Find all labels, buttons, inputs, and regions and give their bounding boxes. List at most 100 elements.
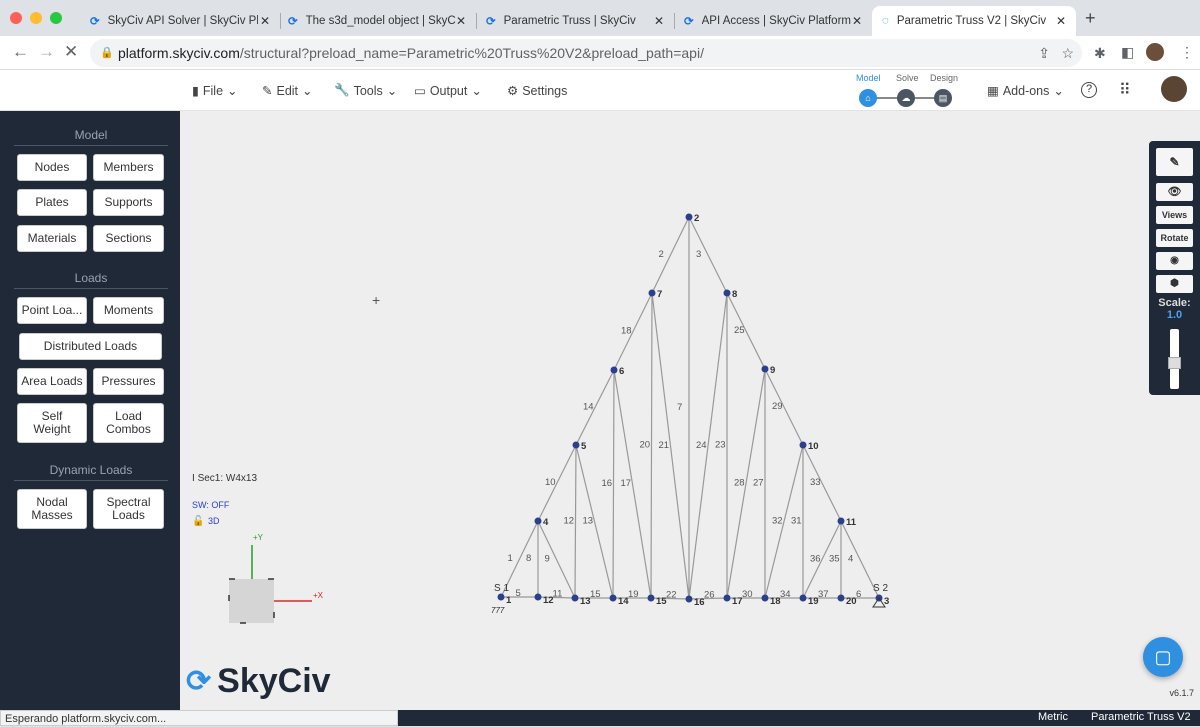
rotate-button[interactable]: Rotate	[1156, 229, 1193, 247]
member-label: 16	[602, 478, 613, 489]
member-label: 15	[590, 589, 601, 600]
node-label: 2	[694, 213, 699, 224]
truss-member[interactable]	[575, 369, 615, 446]
node-label: 14	[618, 596, 629, 607]
truss-node[interactable]	[837, 517, 845, 525]
scale-value: 1.0	[1166, 309, 1183, 321]
node-label: 12	[543, 595, 554, 606]
member-label: 25	[734, 325, 745, 336]
status-bar: Esperando platform.skyciv.com... Metric …	[0, 710, 1200, 726]
truss-node[interactable]	[685, 213, 693, 221]
truss-node[interactable]	[685, 595, 693, 603]
member-label: 3	[696, 249, 701, 260]
member-label: 2	[659, 249, 664, 260]
truss-node[interactable]	[648, 289, 656, 297]
node-label: 16	[694, 597, 705, 608]
fixed-support-icon: 777	[491, 606, 505, 615]
truss-node[interactable]	[761, 594, 769, 602]
screenshot-camera-button[interactable]: ◉	[1156, 252, 1193, 270]
member-label: 19	[628, 589, 639, 600]
visibility-eye-button[interactable]: 👁	[1156, 183, 1193, 201]
truss-node[interactable]	[647, 594, 655, 602]
scale-slider[interactable]	[1168, 329, 1181, 389]
model-name-label: Parametric Truss V2	[1091, 711, 1191, 723]
member-label: 18	[621, 326, 632, 337]
node-label: 19	[808, 596, 819, 607]
member-label: 6	[856, 589, 861, 600]
member-label: 35	[829, 554, 840, 565]
node-label: 4	[543, 517, 549, 528]
scale-label: Scale:	[1158, 297, 1191, 309]
member-label: 31	[791, 516, 802, 527]
node-label: 11	[846, 517, 857, 528]
view-controls-panel: ✎ 👁 Views Rotate ◉ ⬢ Scale: 1.0	[1149, 141, 1200, 395]
truss-node[interactable]	[571, 594, 579, 602]
member-label: 33	[810, 477, 821, 488]
3d-cube-button[interactable]: ⬢	[1156, 275, 1193, 293]
truss-member[interactable]	[802, 444, 842, 522]
truss-node[interactable]	[610, 366, 618, 374]
support-label: S 2	[873, 583, 888, 594]
member-label: 22	[666, 590, 677, 601]
node-label: 10	[808, 441, 819, 452]
units-label[interactable]: Metric	[1038, 711, 1068, 723]
member-label: 13	[583, 516, 594, 527]
member-label: 9	[545, 554, 550, 565]
node-label: 7	[657, 289, 662, 300]
member-label: 5	[516, 588, 521, 599]
truss-member[interactable]	[613, 292, 653, 371]
member-label: 23	[715, 440, 726, 451]
truss-node[interactable]	[837, 594, 845, 602]
member-label: 24	[696, 440, 707, 451]
edit-pencil-button[interactable]: ✎	[1156, 148, 1193, 176]
node-label: 17	[732, 596, 743, 607]
node-label: 5	[581, 441, 587, 452]
member-label: 30	[742, 589, 753, 600]
member-label: 14	[583, 402, 594, 413]
member-label: 11	[553, 589, 563, 600]
node-label: 15	[656, 596, 667, 607]
truss-node[interactable]	[497, 593, 505, 601]
member-label: 37	[818, 589, 829, 600]
truss-node[interactable]	[609, 594, 617, 602]
loading-status: Esperando platform.skyciv.com...	[0, 710, 398, 726]
truss-member[interactable]	[764, 368, 804, 446]
member-label: 10	[545, 477, 556, 488]
node-label: 18	[770, 596, 781, 607]
member-label: 12	[564, 516, 575, 527]
scale-slider-handle[interactable]	[1168, 357, 1181, 369]
node-label: 3	[884, 596, 889, 607]
truss-node[interactable]	[723, 289, 731, 297]
member-label: 1	[508, 553, 513, 564]
truss-member[interactable]	[650, 292, 653, 599]
node-label: 8	[732, 289, 737, 300]
cursor-crosshair: +	[372, 292, 380, 308]
truss-node[interactable]	[572, 441, 580, 449]
node-label: 13	[580, 596, 591, 607]
member-label: 34	[780, 589, 791, 600]
node-label: 6	[619, 366, 624, 377]
member-label: 36	[810, 554, 821, 565]
truss-node[interactable]	[761, 365, 769, 373]
views-button[interactable]: Views	[1156, 206, 1193, 224]
truss-member[interactable]	[574, 444, 577, 599]
truss-node[interactable]	[723, 594, 731, 602]
member-label: 4	[848, 554, 853, 565]
x-axis-label: +X	[313, 591, 324, 600]
member-label: 7	[677, 402, 682, 413]
member-label: 21	[659, 440, 670, 451]
truss-node[interactable]	[534, 517, 542, 525]
member-label: 29	[772, 401, 783, 412]
truss-node[interactable]	[534, 593, 542, 601]
view-cube[interactable]	[228, 578, 275, 624]
member-label: 17	[621, 478, 632, 489]
truss-node[interactable]	[799, 594, 807, 602]
member-label: 8	[526, 553, 531, 564]
truss-member[interactable]	[688, 216, 728, 294]
truss-member[interactable]	[537, 444, 577, 522]
truss-member[interactable]	[612, 369, 615, 599]
node-label: 9	[770, 365, 775, 376]
y-axis-label: +Y	[253, 533, 264, 542]
truss-member[interactable]	[726, 292, 766, 370]
truss-node[interactable]	[799, 441, 807, 449]
